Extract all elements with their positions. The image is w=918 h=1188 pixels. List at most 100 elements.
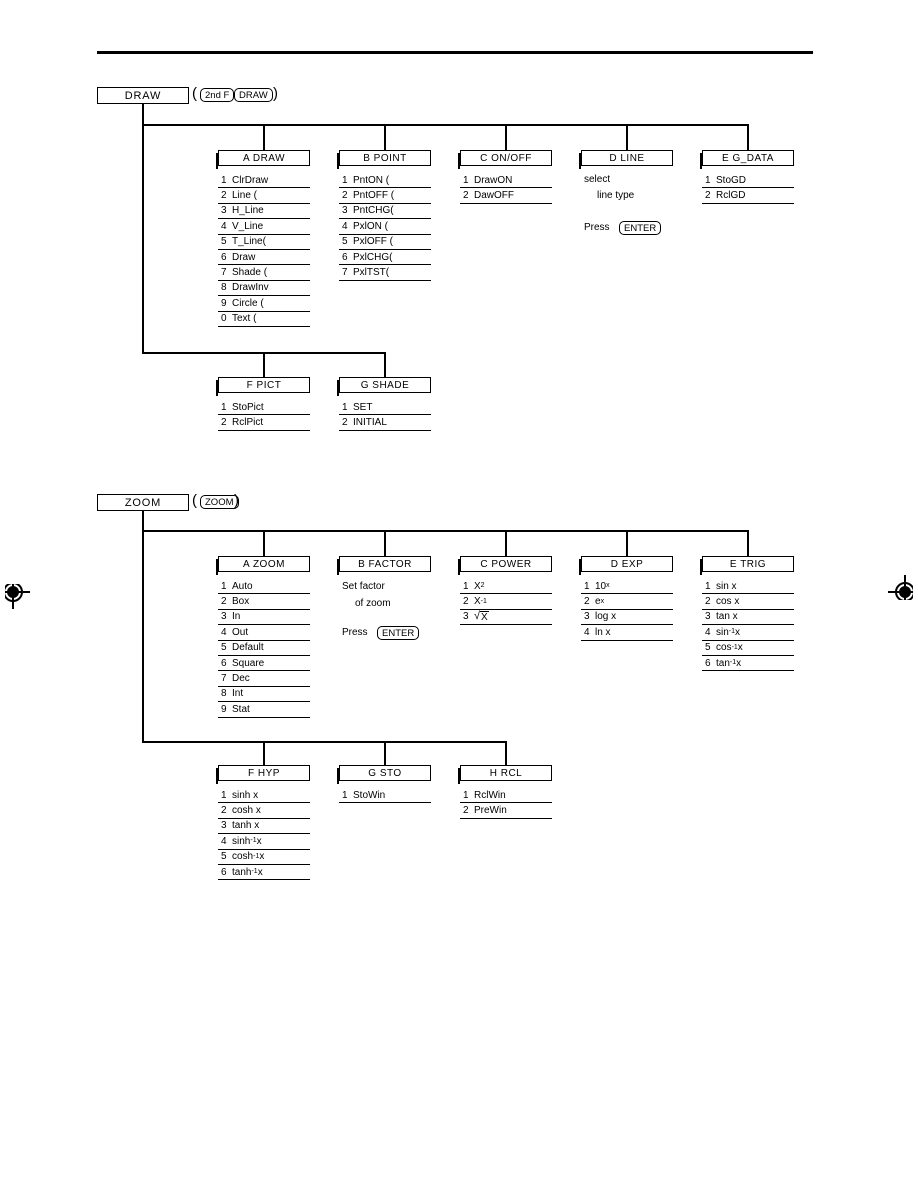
menu-title: E TRIG	[700, 556, 794, 575]
menu-item[interactable]: 2 PntOFF (	[339, 188, 431, 204]
menu-item[interactable]: 1 RclWin	[460, 788, 552, 804]
menu-item[interactable]: 2 cosh x	[218, 803, 310, 819]
paren-open-draw: (	[192, 85, 197, 102]
menu-c-onoff: C ON/OFF 1 DrawON 2 DawOFF	[458, 150, 552, 204]
menu-item[interactable]: 6 PxlCHG(	[339, 250, 431, 266]
menu-item[interactable]: 3 √ X	[460, 610, 552, 626]
menu-item[interactable]: 6 tan -1 x	[702, 656, 794, 672]
menu-item[interactable]: 2 Line (	[218, 188, 310, 204]
menu-item[interactable]: 4 Out	[218, 625, 310, 641]
menu-title: G STO	[337, 765, 431, 784]
menu-item[interactable]: 3 tan x	[702, 610, 794, 626]
menu-item[interactable]: 4 sinh -1 x	[218, 834, 310, 850]
connector-draw-bus-row1	[142, 124, 749, 126]
menu-f-hyp: F HYP 1 sinh x 2 cosh x 3 tanh x 4 sinh -1 x 5…	[216, 765, 310, 881]
menu-item[interactable]: 4 sin -1 x	[702, 625, 794, 641]
registration-mark-left	[0, 575, 30, 609]
connector-draw-drop-a	[263, 124, 265, 151]
menu-e-gdata: E G_DATA 1 StoGD 2 RclGD	[700, 150, 794, 204]
menu-item[interactable]: 8 Int	[218, 687, 310, 703]
menu-title: C POWER	[458, 556, 552, 575]
menu-item[interactable]: 5 PxlOFF (	[339, 235, 431, 250]
menu-item[interactable]: 6 Square	[218, 656, 310, 672]
menu-item[interactable]: 3 H_Line	[218, 204, 310, 220]
menu-item[interactable]: 6 Draw	[218, 250, 310, 266]
menu-title: G SHADE	[337, 377, 431, 396]
menu-g-shade: G SHADE 1 SET 2 INITIAL	[337, 377, 431, 431]
menu-item[interactable]: 4 PxlON (	[339, 219, 431, 235]
menu-item[interactable]: 2 PreWin	[460, 803, 552, 819]
menu-item[interactable]: 2 cos x	[702, 594, 794, 610]
menu-item[interactable]: 1 StoWin	[339, 788, 431, 804]
menu-item[interactable]: 1 PntON (	[339, 173, 431, 189]
root-label-draw: DRAW	[124, 89, 162, 102]
registration-mark-right	[888, 575, 918, 609]
menu-title: C ON/OFF	[458, 150, 552, 169]
menu-h-rcl: H RCL 1 RclWin 2 PreWin	[458, 765, 552, 819]
menu-item[interactable]: 8 DrawInv	[218, 281, 310, 297]
menu-item[interactable]: 7 Dec	[218, 671, 310, 687]
menu-items: 1 StoPict 2 RclPict	[218, 400, 310, 431]
menu-item[interactable]: 2ex	[581, 594, 673, 610]
menu-item[interactable]: 2 DawOFF	[460, 188, 552, 204]
menu-item[interactable]: 9 Circle (	[218, 296, 310, 312]
menu-g-sto: G STO 1 StoWin	[337, 765, 431, 804]
menu-item[interactable]: 2 RclGD	[702, 188, 794, 204]
menu-item[interactable]: 4 V_Line	[218, 219, 310, 235]
menu-item[interactable]: 3 log x	[581, 610, 673, 626]
menu-d-line: D LINE	[579, 150, 673, 169]
connector-draw-drop-d	[626, 124, 628, 151]
menu-item[interactable]: 5 Default	[218, 641, 310, 656]
menu-a-zoom: A ZOOM 1 Auto 2 Box 3 In 4 Out 5 Default 6 Squ…	[216, 556, 310, 718]
menu-items: 1 DrawON 2 DawOFF	[460, 173, 552, 204]
menu-item[interactable]: 1 DrawON	[460, 173, 552, 189]
menu-item[interactable]: 2 INITIAL	[339, 415, 431, 431]
menu-item[interactable]: 5 cos -1 x	[702, 641, 794, 656]
menu-title: B FACTOR	[337, 556, 431, 575]
menu-items: 1 Auto 2 Box 3 In 4 Out 5 Default 6 Square 7 De…	[218, 579, 310, 718]
keycap-enter-b-factor: ENTER	[377, 626, 420, 640]
menu-item[interactable]: 7 PxlTST(	[339, 265, 431, 281]
menu-item[interactable]: 9 Stat	[218, 702, 310, 718]
menu-item[interactable]: 1 sinh x	[218, 788, 310, 804]
menu-item[interactable]: 7 Shade (	[218, 265, 310, 281]
menu-item[interactable]: 4 ln x	[581, 625, 673, 641]
menu-title: A DRAW	[216, 150, 310, 169]
menu-item[interactable]: 1 StoGD	[702, 173, 794, 189]
connector-zoom-drop-h	[505, 741, 507, 766]
menu-items: 1 StoWin	[339, 788, 431, 804]
connector-zoom-drop-f	[263, 741, 265, 766]
menu-item[interactable]: 6 tanh -1 x	[218, 865, 310, 881]
connector-zoom-drop-g	[384, 741, 386, 766]
menu-item[interactable]: 1 StoPict	[218, 400, 310, 416]
menu-title: F PICT	[216, 377, 310, 396]
menu-items: 1 PntON ( 2 PntOFF ( 3 PntCHG( 4 PxlON ( 5 Px…	[339, 173, 431, 281]
menu-item[interactable]: 1 Auto	[218, 579, 310, 595]
menu-items: 1 ClrDraw 2 Line ( 3 H_Line 4 V_Line 5 T_Line…	[218, 173, 310, 327]
press-label-b-factor: Press	[342, 627, 368, 638]
connector-zoom-drop-c	[505, 530, 507, 557]
menu-item[interactable]: 1 SET	[339, 400, 431, 416]
diagram-page: DRAW ( 2nd F DRAW ) A DRAW 1 ClrDraw 2 Lin…	[0, 0, 918, 1188]
menu-item[interactable]: 5 T_Line(	[218, 235, 310, 250]
menu-item[interactable]: 3 PntCHG(	[339, 204, 431, 220]
menu-item[interactable]: 2 RclPict	[218, 415, 310, 431]
menu-item[interactable]: 1 sin x	[702, 579, 794, 595]
press-label-d-line: Press	[584, 222, 610, 233]
connector-zoom-drop-a	[263, 530, 265, 557]
menu-item[interactable]: 3 In	[218, 610, 310, 626]
menu-item[interactable]: 1 10 x	[581, 579, 673, 595]
menu-item[interactable]: 5 cosh -1 x	[218, 850, 310, 865]
menu-item[interactable]: 1 ClrDraw	[218, 173, 310, 189]
menu-items: 1 10 x 2ex 3 log x 4 ln x	[581, 579, 673, 641]
connector-zoom-drop-b	[384, 530, 386, 557]
menu-item[interactable]: 1 X2	[460, 579, 552, 595]
menu-items: 1 sin x 2 cos x 3 tan x 4 sin -1 x 5 cos -1 x 6…	[702, 579, 794, 672]
menu-item[interactable]: 2 X -1	[460, 594, 552, 610]
menu-item[interactable]: 3 tanh x	[218, 819, 310, 835]
connector-draw-drop-b	[384, 124, 386, 151]
menu-item[interactable]: 0 Text (	[218, 312, 310, 327]
connector-zoom-bus-row1	[142, 530, 749, 532]
menu-item[interactable]: 2 Box	[218, 594, 310, 610]
menu-title: D LINE	[579, 150, 673, 169]
